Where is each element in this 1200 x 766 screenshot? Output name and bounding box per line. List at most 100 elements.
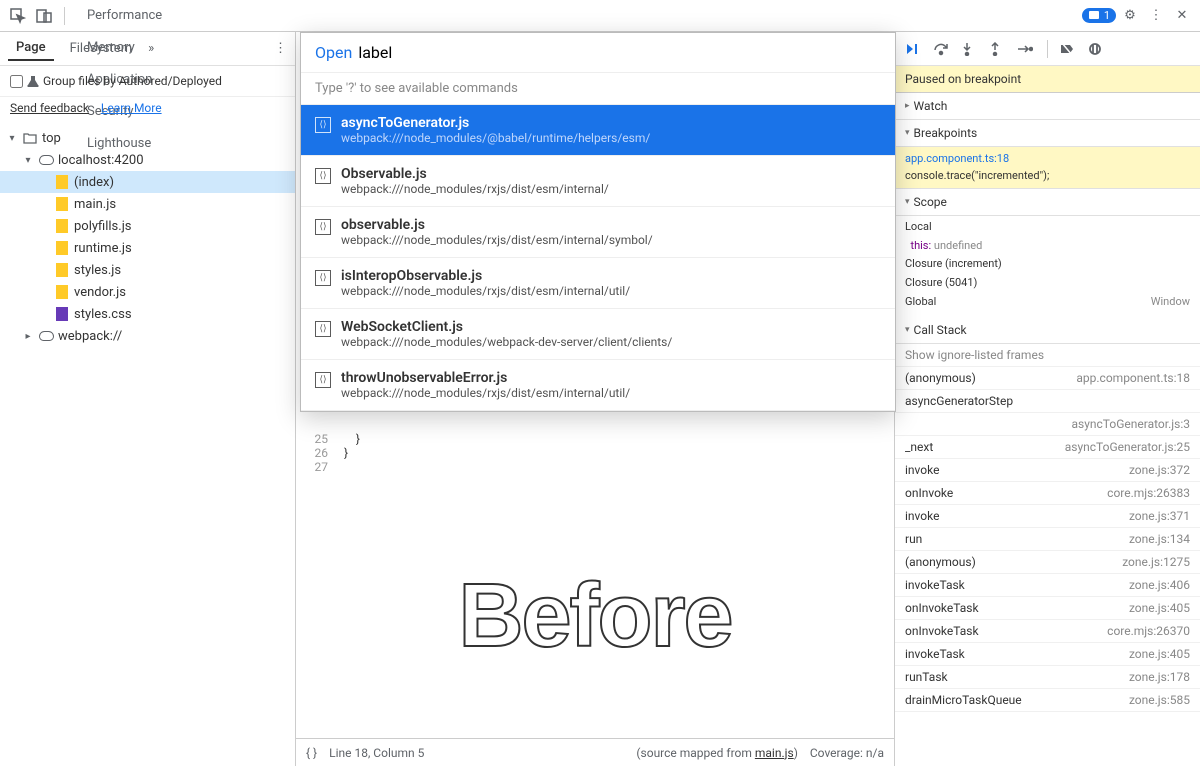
page-tab[interactable]: Page	[8, 36, 54, 61]
palette-item[interactable]: ⟨⟩asyncToGenerator.jswebpack:///node_mod…	[301, 105, 895, 156]
palette-input[interactable]	[358, 43, 881, 62]
tree-item[interactable]: styles.js	[0, 259, 295, 281]
call-stack-section[interactable]: Call Stack	[895, 317, 1200, 344]
stack-frame[interactable]: (anonymous)zone.js:1275	[895, 551, 1200, 574]
stack-fn: onInvokeTask	[905, 624, 979, 638]
pretty-print-icon[interactable]: { }	[306, 746, 317, 760]
stack-loc: zone.js:405	[1129, 647, 1190, 661]
close-icon[interactable]: ✕	[1170, 4, 1194, 28]
stack-frame[interactable]: asyncGeneratorStep	[895, 390, 1200, 413]
stack-fn: onInvokeTask	[905, 601, 979, 615]
stack-frame[interactable]: _nextasyncToGenerator.js:25	[895, 436, 1200, 459]
stack-loc: zone.js:1275	[1122, 555, 1190, 569]
file-js-icon	[54, 240, 70, 256]
stack-frame[interactable]: (anonymous)app.component.ts:18	[895, 367, 1200, 390]
file-tree[interactable]: ▾top▾localhost:4200(index) main.js polyfil…	[0, 123, 295, 351]
deactivate-breakpoints-icon[interactable]	[1060, 42, 1078, 56]
send-feedback-link[interactable]: Send feedback	[10, 101, 89, 115]
more-tabs-icon[interactable]: »	[148, 41, 154, 56]
step-over-icon[interactable]	[933, 42, 951, 56]
palette-item[interactable]: ⟨⟩observable.jswebpack:///node_modules/r…	[301, 207, 895, 258]
palette-item[interactable]: ⟨⟩WebSocketClient.jswebpack:///node_modu…	[301, 309, 895, 360]
file-js-icon	[54, 174, 70, 190]
inspect-icon[interactable]	[6, 4, 30, 28]
palette-item-path: webpack:///node_modules/rxjs/dist/esm/in…	[341, 284, 630, 298]
navigator-menu-icon[interactable]: ⋮	[274, 41, 287, 56]
stack-frame[interactable]: invokeTaskzone.js:406	[895, 574, 1200, 597]
stack-fn: invokeTask	[905, 578, 965, 592]
stack-frame[interactable]: asyncToGenerator.js:3	[895, 413, 1200, 436]
filesystem-tab[interactable]: Filesystem	[62, 37, 141, 60]
file-icon: ⟨⟩	[315, 168, 331, 184]
tree-item[interactable]: polyfills.js	[0, 215, 295, 237]
stack-frame[interactable]: invokezone.js:372	[895, 459, 1200, 482]
stack-loc: asyncToGenerator.js:3	[1072, 417, 1191, 431]
palette-results[interactable]: ⟨⟩asyncToGenerator.jswebpack:///node_mod…	[301, 105, 895, 411]
devtools-top-bar: ElementsConsoleSourcesNetworkPerformance…	[0, 0, 1200, 32]
step-icon[interactable]	[1017, 43, 1035, 55]
stack-frame[interactable]: invokezone.js:371	[895, 505, 1200, 528]
code-text	[336, 460, 344, 474]
tree-item[interactable]: (index)	[0, 171, 295, 193]
stack-frame[interactable]: runTask zone.js:178	[895, 666, 1200, 689]
tree-label: main.js	[74, 197, 116, 212]
stack-loc: zone.js:178	[1129, 670, 1190, 684]
stack-frame[interactable]: runzone.js:134	[895, 528, 1200, 551]
scope-global[interactable]: Global	[905, 295, 936, 308]
tree-item[interactable]: styles.css	[0, 303, 295, 325]
line-number[interactable]: 27	[296, 460, 336, 474]
palette-search[interactable]: Open	[301, 33, 895, 72]
folder-open-icon	[22, 130, 38, 146]
breakpoints-section[interactable]: Breakpoints	[895, 120, 1200, 147]
stack-frame[interactable]: onInvokeTaskcore.mjs:26370	[895, 620, 1200, 643]
settings-icon[interactable]: ⚙	[1118, 4, 1142, 28]
issues-badge[interactable]: 1	[1082, 8, 1116, 23]
palette-item[interactable]: ⟨⟩throwUnobservableError.jswebpack:///no…	[301, 360, 895, 411]
stack-fn: runTask	[905, 670, 948, 684]
tree-item[interactable]: ▸webpack://	[0, 325, 295, 347]
tree-label: top	[42, 131, 61, 146]
tree-label: styles.css	[74, 307, 132, 322]
scope-section[interactable]: Scope	[895, 189, 1200, 216]
group-files-checkbox[interactable]: Group files by Authored/Deployed	[10, 74, 285, 88]
pause-exceptions-icon[interactable]	[1088, 42, 1106, 56]
tree-label: localhost:4200	[58, 153, 144, 168]
ignore-listed-toggle[interactable]: Show ignore-listed frames	[895, 344, 1200, 367]
palette-hint: Type '?' to see available commands	[301, 72, 895, 105]
breakpoint-item[interactable]: app.component.ts:18 console.trace("incre…	[895, 147, 1200, 189]
stack-frame[interactable]: onInvokeTaskzone.js:405	[895, 597, 1200, 620]
learn-more-link[interactable]: Learn More	[101, 101, 162, 115]
main-tab-performance[interactable]: Performance	[73, 0, 176, 32]
tree-item[interactable]: vendor.js	[0, 281, 295, 303]
scope-closure[interactable]: Closure (5041)	[905, 274, 1190, 293]
palette-prefix: Open	[315, 43, 352, 62]
stack-fn: invokeTask	[905, 647, 965, 661]
group-files-input[interactable]	[10, 75, 23, 88]
scope-closure[interactable]: Closure (increment)	[905, 255, 1190, 274]
palette-item-name: WebSocketClient.js	[341, 319, 672, 335]
stack-frame[interactable]: drainMicroTaskQueuezone.js:585	[895, 689, 1200, 712]
line-number[interactable]: 25	[296, 432, 336, 446]
watch-section[interactable]: Watch	[895, 93, 1200, 120]
scope-local[interactable]: Local	[905, 218, 1190, 237]
palette-item-name: observable.js	[341, 217, 653, 233]
beaker-icon	[27, 75, 39, 87]
stack-frame[interactable]: onInvokecore.mjs:26383	[895, 482, 1200, 505]
tree-item[interactable]: main.js	[0, 193, 295, 215]
palette-item-path: webpack:///node_modules/webpack-dev-serv…	[341, 335, 672, 349]
file-icon: ⟨⟩	[315, 372, 331, 388]
stack-loc: zone.js:372	[1129, 463, 1190, 477]
step-out-icon[interactable]	[989, 42, 1007, 56]
palette-item[interactable]: ⟨⟩isInteropObservable.jswebpack:///node_…	[301, 258, 895, 309]
tree-item[interactable]: ▾localhost:4200	[0, 149, 295, 171]
stack-frame[interactable]: invokeTask zone.js:405	[895, 643, 1200, 666]
tree-item[interactable]: ▾top	[0, 127, 295, 149]
line-number[interactable]: 26	[296, 446, 336, 460]
tree-label: vendor.js	[74, 285, 126, 300]
tree-item[interactable]: runtime.js	[0, 237, 295, 259]
resume-icon[interactable]	[905, 42, 923, 56]
step-into-icon[interactable]	[961, 42, 979, 56]
device-toggle-icon[interactable]	[32, 4, 56, 28]
kebab-menu-icon[interactable]: ⋮	[1144, 4, 1168, 28]
palette-item[interactable]: ⟨⟩Observable.jswebpack:///node_modules/r…	[301, 156, 895, 207]
